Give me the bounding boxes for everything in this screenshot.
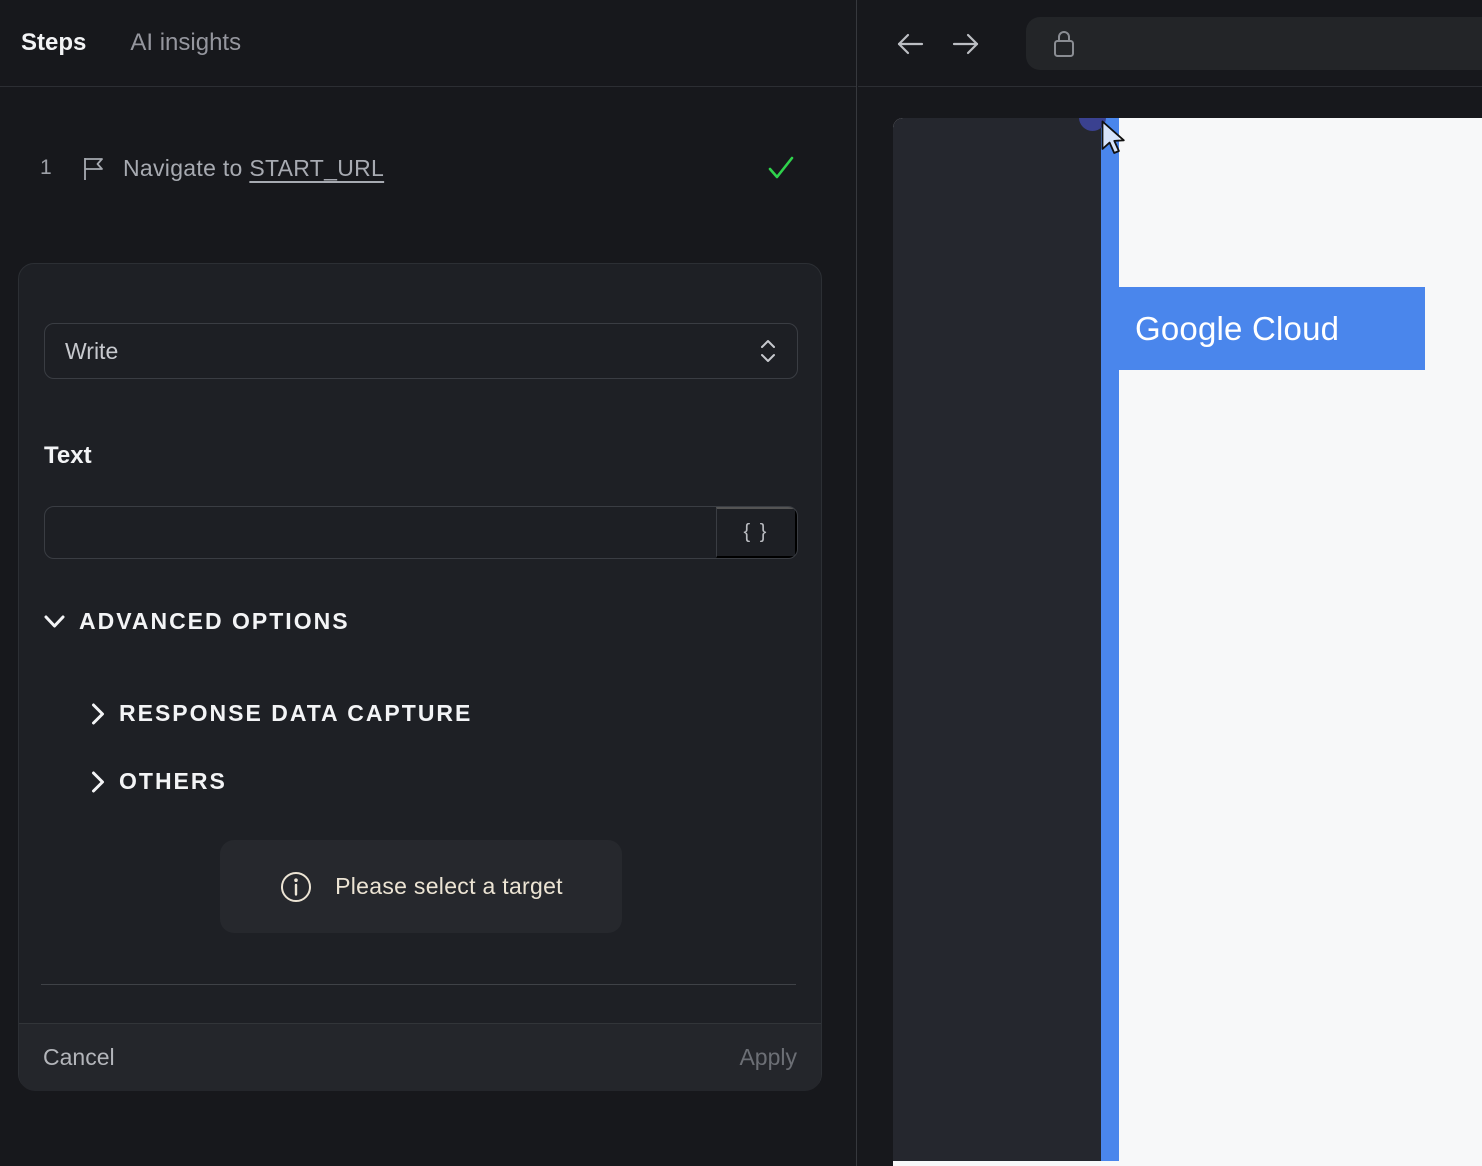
check-icon bbox=[766, 154, 796, 182]
url-bar[interactable] bbox=[1026, 17, 1482, 70]
select-target-hint-text: Please select a target bbox=[335, 873, 563, 899]
insert-variable-button[interactable]: { } bbox=[716, 507, 797, 558]
response-data-capture-toggle[interactable]: RESPONSE DATA CAPTURE bbox=[91, 700, 472, 727]
chevron-right-icon bbox=[91, 771, 105, 793]
tab-steps[interactable]: Steps bbox=[21, 29, 86, 57]
others-toggle[interactable]: OTHERS bbox=[91, 768, 227, 795]
highlighted-element-label: Google Cloud bbox=[1135, 309, 1340, 347]
browser-toolbar bbox=[858, 0, 1482, 87]
text-field-label: Text bbox=[44, 442, 92, 469]
others-label: OTHERS bbox=[119, 768, 227, 794]
cancel-button[interactable]: Cancel bbox=[43, 1044, 115, 1071]
response-data-capture-label: RESPONSE DATA CAPTURE bbox=[119, 700, 473, 726]
select-target-hint: Please select a target bbox=[220, 840, 622, 933]
cursor-arrow-icon bbox=[1101, 120, 1127, 156]
text-input[interactable] bbox=[45, 507, 716, 558]
chevron-down-icon bbox=[44, 615, 65, 629]
chevron-right-icon bbox=[91, 703, 105, 725]
card-footer: Cancel Apply bbox=[19, 1023, 821, 1091]
browser-preview-panel: Google Cloud bbox=[858, 0, 1482, 1166]
arrow-left-icon[interactable] bbox=[895, 30, 925, 58]
info-icon bbox=[279, 870, 313, 904]
apply-button[interactable]: Apply bbox=[739, 1044, 797, 1071]
text-input-group: { } bbox=[44, 506, 798, 559]
step-editor-card: Write Text { } ADVANCED OPTIONS RESPONSE… bbox=[18, 263, 822, 1091]
page-dark-drawer bbox=[893, 118, 1101, 1161]
lock-icon bbox=[1052, 29, 1076, 59]
step-title: Navigate to START_URL bbox=[123, 155, 384, 182]
panel-header: Steps AI insights bbox=[0, 0, 856, 87]
step-row[interactable]: 1 Navigate to START_URL bbox=[0, 140, 856, 196]
step-number: 1 bbox=[40, 156, 52, 179]
arrow-right-icon[interactable] bbox=[951, 30, 981, 58]
flag-icon bbox=[82, 156, 106, 182]
steps-panel: Steps AI insights 1 Navigate to START_UR… bbox=[0, 0, 857, 1166]
action-select-value: Write bbox=[65, 337, 119, 364]
step-action: Navigate to bbox=[123, 154, 243, 181]
advanced-options-toggle[interactable]: ADVANCED OPTIONS bbox=[44, 608, 350, 635]
card-divider bbox=[41, 984, 796, 985]
page-viewport[interactable]: Google Cloud bbox=[893, 118, 1482, 1166]
highlighted-element[interactable]: Google Cloud bbox=[1101, 287, 1425, 370]
step-target-link[interactable]: START_URL bbox=[249, 155, 384, 181]
element-highlight-strip bbox=[1101, 118, 1119, 1161]
advanced-options-label: ADVANCED OPTIONS bbox=[79, 608, 350, 634]
chevron-up-down-icon bbox=[759, 338, 777, 364]
action-select[interactable]: Write bbox=[44, 323, 798, 379]
tab-ai-insights[interactable]: AI insights bbox=[130, 29, 241, 57]
